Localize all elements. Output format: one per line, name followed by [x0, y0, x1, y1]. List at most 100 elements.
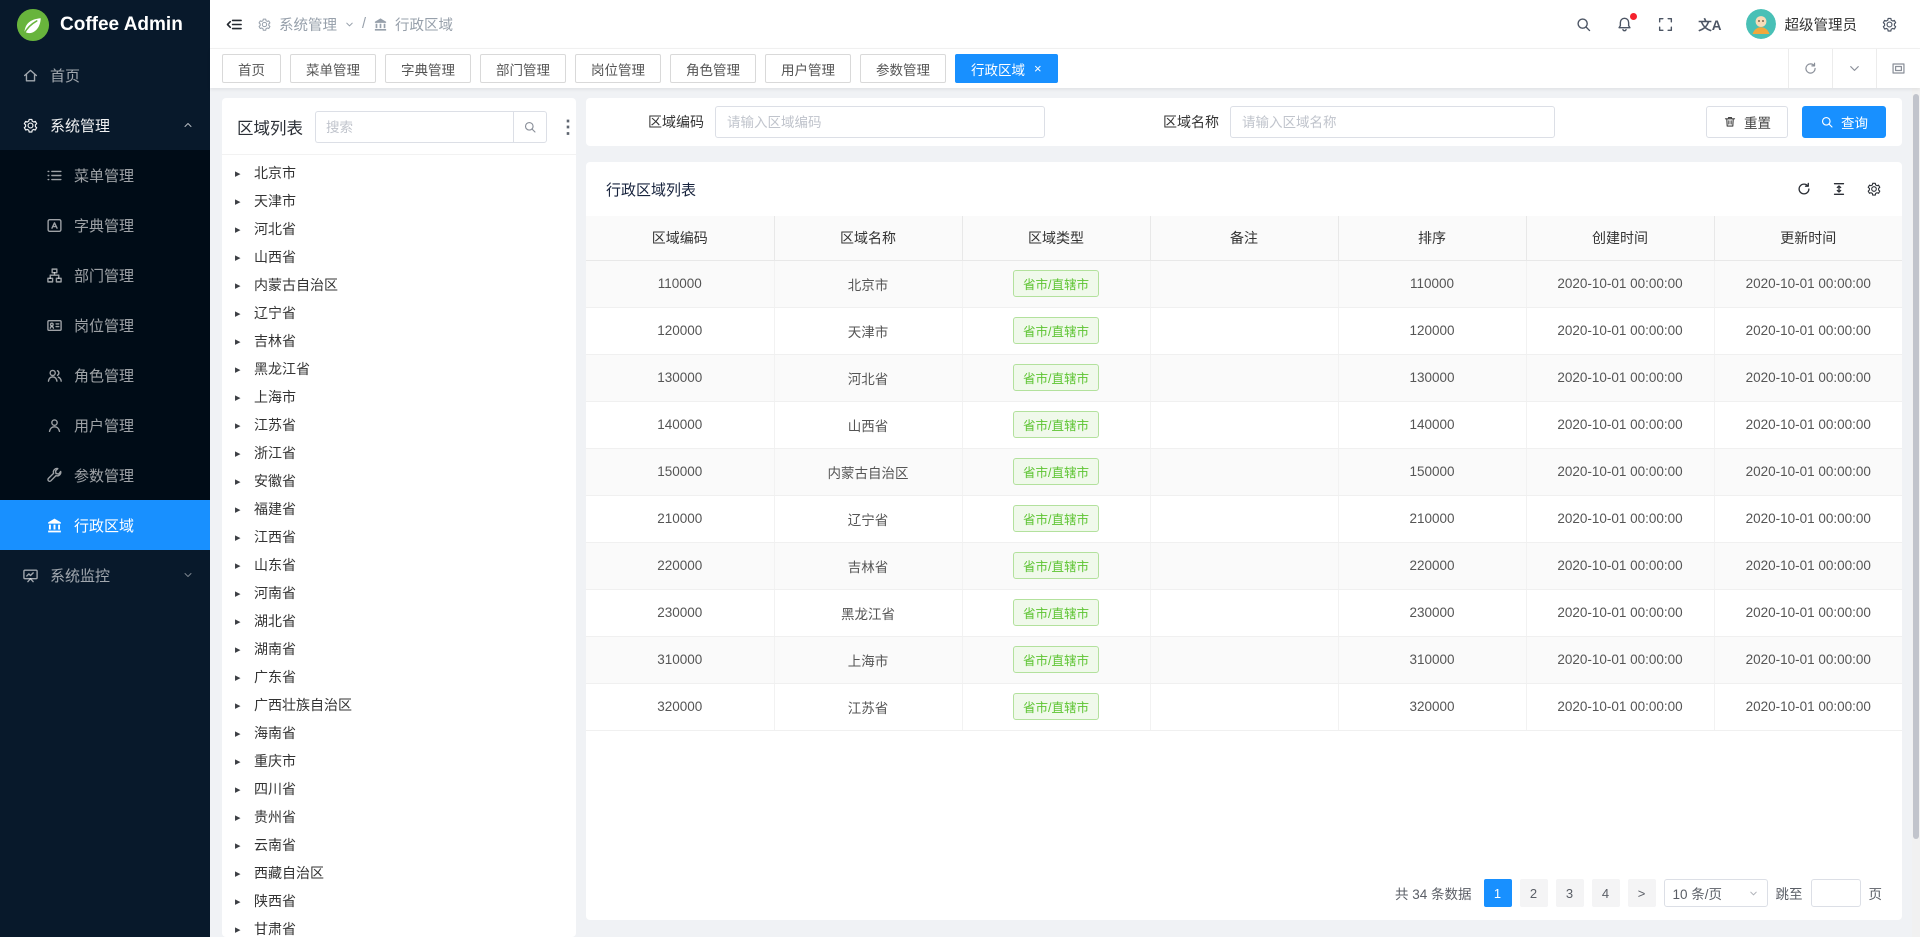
table-column-header[interactable]: 区域编码: [586, 216, 774, 260]
page-tab[interactable]: 岗位管理: [575, 54, 661, 83]
tree-node[interactable]: ▸ 湖南省: [235, 635, 576, 663]
page-scrollbar[interactable]: [1912, 88, 1920, 937]
tree-node[interactable]: ▸ 北京市: [235, 159, 576, 187]
user-menu[interactable]: 超级管理员: [1746, 9, 1858, 39]
caret-right-icon[interactable]: ▸: [235, 643, 245, 656]
page-button[interactable]: >: [1628, 879, 1656, 907]
page-button[interactable]: 2: [1520, 879, 1548, 907]
caret-right-icon[interactable]: ▸: [235, 923, 245, 936]
reset-button[interactable]: 重置: [1706, 106, 1788, 138]
caret-right-icon[interactable]: ▸: [235, 615, 245, 628]
tree-node[interactable]: ▸ 云南省: [235, 831, 576, 859]
table-column-header[interactable]: 备注: [1150, 216, 1338, 260]
refresh-tab-icon[interactable]: [1788, 49, 1832, 88]
caret-right-icon[interactable]: ▸: [235, 447, 245, 460]
tree-search-button[interactable]: [513, 111, 547, 143]
table-row[interactable]: 130000 河北省 省市/直辖市 130000 2020-10-01 00:0…: [586, 354, 1902, 401]
page-button[interactable]: 3: [1556, 879, 1584, 907]
page-button[interactable]: 4: [1592, 879, 1620, 907]
caret-right-icon[interactable]: ▸: [235, 587, 245, 600]
tree-node[interactable]: ▸ 江苏省: [235, 411, 576, 439]
tree-node[interactable]: ▸ 黑龙江省: [235, 355, 576, 383]
tree-node[interactable]: ▸ 甘肃省: [235, 915, 576, 937]
sidebar-item[interactable]: 岗位管理: [0, 300, 210, 350]
caret-right-icon[interactable]: ▸: [235, 727, 245, 740]
chevron-down-icon[interactable]: [344, 19, 355, 30]
tree-node[interactable]: ▸ 内蒙古自治区: [235, 271, 576, 299]
tree-node[interactable]: ▸ 浙江省: [235, 439, 576, 467]
sidebar-item[interactable]: 角色管理: [0, 350, 210, 400]
tree-node[interactable]: ▸ 广西壮族自治区: [235, 691, 576, 719]
tree-node[interactable]: ▸ 山西省: [235, 243, 576, 271]
scrollbar-thumb[interactable]: [1913, 94, 1919, 839]
table-column-header[interactable]: 创建时间: [1526, 216, 1714, 260]
tree-node[interactable]: ▸ 海南省: [235, 719, 576, 747]
fullscreen-icon[interactable]: [1657, 16, 1674, 33]
tree-node[interactable]: ▸ 河北省: [235, 215, 576, 243]
caret-right-icon[interactable]: ▸: [235, 223, 245, 236]
sidebar-item[interactable]: 系统管理: [0, 100, 210, 150]
caret-right-icon[interactable]: ▸: [235, 195, 245, 208]
caret-right-icon[interactable]: ▸: [235, 419, 245, 432]
caret-right-icon[interactable]: ▸: [235, 363, 245, 376]
settings-gear-icon[interactable]: [1881, 16, 1898, 33]
tree-node[interactable]: ▸ 上海市: [235, 383, 576, 411]
sidebar-item[interactable]: 首页: [0, 50, 210, 100]
sidebar-item[interactable]: 字典管理: [0, 200, 210, 250]
table-column-header[interactable]: 排序: [1338, 216, 1526, 260]
tree-node[interactable]: ▸ 四川省: [235, 775, 576, 803]
table-row[interactable]: 120000 天津市 省市/直辖市 120000 2020-10-01 00:0…: [586, 307, 1902, 354]
tree-node[interactable]: ▸ 西藏自治区: [235, 859, 576, 887]
caret-right-icon[interactable]: ▸: [235, 503, 245, 516]
sidebar-item[interactable]: 菜单管理: [0, 150, 210, 200]
sidebar-item[interactable]: 行政区域: [0, 500, 210, 550]
table-row[interactable]: 140000 山西省 省市/直辖市 140000 2020-10-01 00:0…: [586, 401, 1902, 448]
sidebar-item[interactable]: 部门管理: [0, 250, 210, 300]
table-row[interactable]: 110000 北京市 省市/直辖市 110000 2020-10-01 00:0…: [586, 260, 1902, 307]
tree-search-input[interactable]: [315, 111, 513, 143]
query-button[interactable]: 查询: [1802, 106, 1886, 138]
caret-right-icon[interactable]: ▸: [235, 251, 245, 264]
caret-right-icon[interactable]: ▸: [235, 475, 245, 488]
page-tab[interactable]: 用户管理: [765, 54, 851, 83]
page-size-select[interactable]: 10 条/页: [1664, 879, 1768, 907]
caret-right-icon[interactable]: ▸: [235, 671, 245, 684]
tree-node[interactable]: ▸ 吉林省: [235, 327, 576, 355]
tree-node[interactable]: ▸ 辽宁省: [235, 299, 576, 327]
caret-right-icon[interactable]: ▸: [235, 531, 245, 544]
caret-right-icon[interactable]: ▸: [235, 335, 245, 348]
code-input[interactable]: [715, 106, 1045, 138]
column-settings-icon[interactable]: [1866, 181, 1882, 197]
tree-node[interactable]: ▸ 贵州省: [235, 803, 576, 831]
tree-node[interactable]: ▸ 山东省: [235, 551, 576, 579]
caret-right-icon[interactable]: ▸: [235, 783, 245, 796]
page-tab[interactable]: 首页: [222, 54, 281, 83]
table-column-header[interactable]: 区域类型: [962, 216, 1150, 260]
caret-right-icon[interactable]: ▸: [235, 307, 245, 320]
refresh-table-icon[interactable]: [1796, 181, 1812, 197]
caret-right-icon[interactable]: ▸: [235, 559, 245, 572]
translate-icon[interactable]: 文A: [1698, 14, 1721, 34]
caret-right-icon[interactable]: ▸: [235, 811, 245, 824]
jump-page-input[interactable]: [1811, 879, 1861, 907]
page-tab[interactable]: 菜单管理: [290, 54, 376, 83]
table-row[interactable]: 210000 辽宁省 省市/直辖市 210000 2020-10-01 00:0…: [586, 495, 1902, 542]
page-tab[interactable]: 行政区域 ×: [955, 54, 1058, 83]
caret-right-icon[interactable]: ▸: [235, 279, 245, 292]
tab-close-icon[interactable]: ×: [1034, 62, 1042, 75]
page-tab[interactable]: 部门管理: [480, 54, 566, 83]
tree-node[interactable]: ▸ 陕西省: [235, 887, 576, 915]
kebab-menu-icon[interactable]: ⋮: [559, 118, 576, 136]
caret-right-icon[interactable]: ▸: [235, 755, 245, 768]
table-row[interactable]: 220000 吉林省 省市/直辖市 220000 2020-10-01 00:0…: [586, 542, 1902, 589]
breadcrumb-parent[interactable]: 系统管理: [279, 14, 337, 35]
tree-node[interactable]: ▸ 广东省: [235, 663, 576, 691]
sidebar-item[interactable]: 参数管理: [0, 450, 210, 500]
sidebar-item[interactable]: 用户管理: [0, 400, 210, 450]
table-row[interactable]: 320000 江苏省 省市/直辖市 320000 2020-10-01 00:0…: [586, 683, 1902, 730]
tree-node[interactable]: ▸ 安徽省: [235, 467, 576, 495]
table-column-header[interactable]: 区域名称: [774, 216, 962, 260]
caret-right-icon[interactable]: ▸: [235, 391, 245, 404]
tree-node[interactable]: ▸ 江西省: [235, 523, 576, 551]
table-row[interactable]: 310000 上海市 省市/直辖市 310000 2020-10-01 00:0…: [586, 636, 1902, 683]
